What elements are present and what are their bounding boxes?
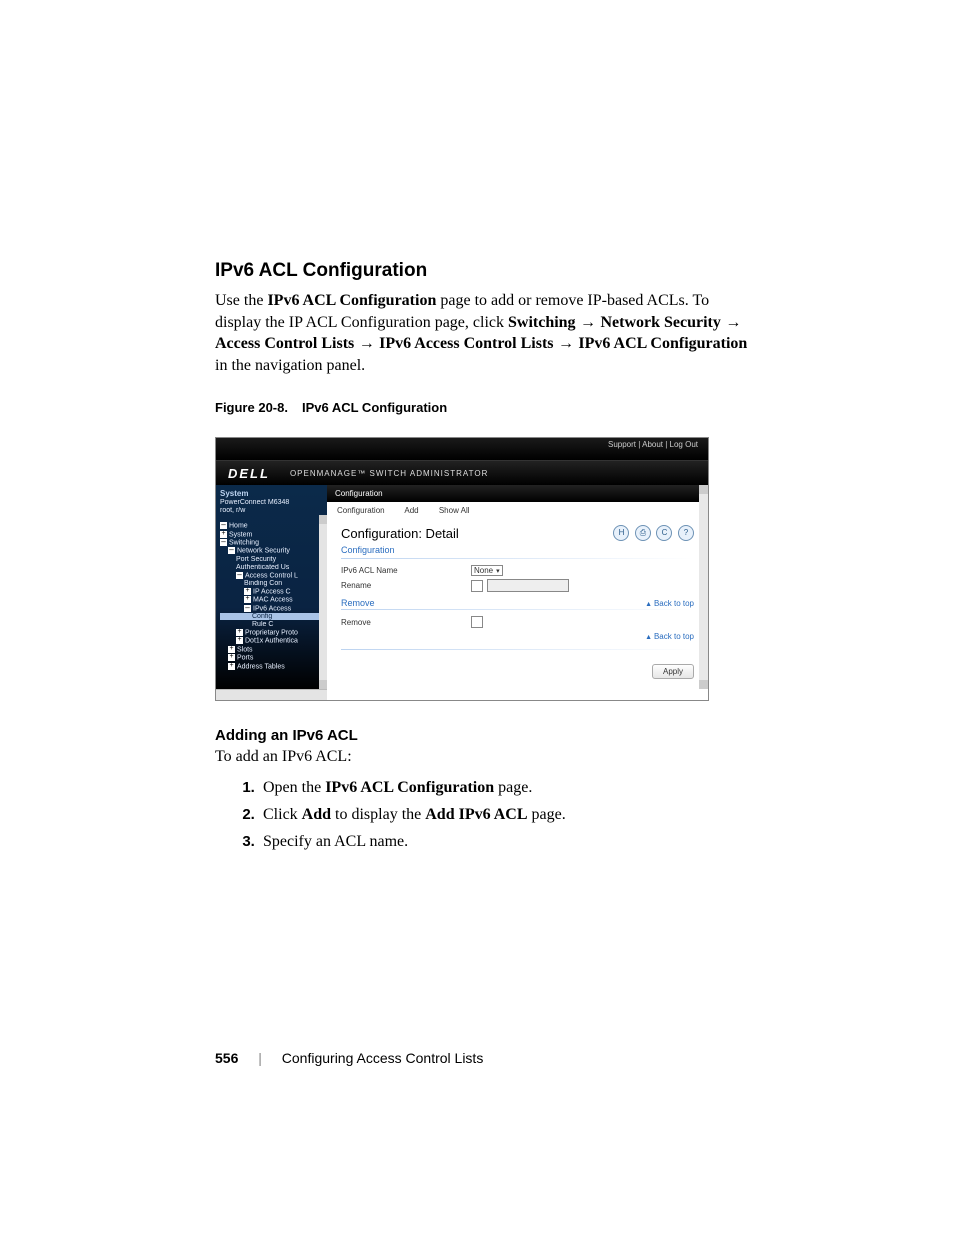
sidebar-item-proto[interactable]: +Proprietary Proto — [220, 629, 324, 636]
figure-number: Figure 20-8. — [215, 400, 288, 415]
collapse-icon[interactable]: – — [228, 547, 235, 554]
toolbar-icons: H ⎙ C ? — [610, 525, 694, 541]
sidebar-item-macacc[interactable]: +MAC Access — [220, 596, 324, 603]
dell-logo: DELL — [228, 466, 270, 481]
input-rename[interactable] — [487, 579, 569, 592]
refresh-icon[interactable]: C — [656, 525, 672, 541]
breadcrumb: Configuration — [327, 485, 708, 502]
step-1: Open the IPv6 ACL Configuration page. — [259, 776, 754, 800]
tab-show-all[interactable]: Show All — [439, 506, 470, 515]
brand-bar: DELL OPENMANAGE™ SWITCH ADMINISTRATOR — [216, 460, 708, 485]
sidebar-item-ipacc[interactable]: +IP Access C — [220, 588, 324, 595]
expand-icon[interactable]: + — [236, 629, 243, 636]
sidebar-item-portsec[interactable]: Port Security — [220, 556, 324, 563]
collapse-icon[interactable]: – — [244, 605, 251, 612]
step-2: Click Add to display the Add IPv6 ACL pa… — [259, 803, 754, 827]
text-bold: IPv6 ACL Configuration — [267, 292, 436, 309]
arrow-icon: → — [354, 335, 379, 352]
sidebar-item-rulec[interactable]: Rule C — [220, 621, 324, 628]
subsection-heading: Adding an IPv6 ACL — [215, 727, 754, 744]
apply-button[interactable]: Apply — [652, 664, 694, 679]
nav-step: IPv6 Access Control Lists — [379, 335, 553, 352]
nav-step: Switching — [508, 314, 576, 331]
step-3: Specify an ACL name. — [259, 830, 754, 854]
figure-caption: Figure 20-8. IPv6 ACL Configuration — [215, 400, 754, 415]
checkbox-rename[interactable] — [471, 580, 483, 592]
nav-step: IPv6 ACL Configuration — [578, 335, 747, 352]
checkbox-remove[interactable] — [471, 616, 483, 628]
sidebar-user: root, r/w — [220, 507, 324, 514]
sidebar-item-netsec[interactable]: –Network Security — [220, 547, 324, 554]
sidebar-item-ports[interactable]: +Ports — [220, 654, 324, 661]
nav-step: Network Security — [600, 314, 720, 331]
tab-add[interactable]: Add — [404, 506, 418, 515]
steps-list: Open the IPv6 ACL Configuration page. Cl… — [215, 776, 754, 854]
top-links[interactable]: Support | About | Log Out — [216, 438, 708, 460]
arrow-icon: → — [721, 314, 741, 331]
sidebar-item-addr[interactable]: +Address Tables — [220, 663, 324, 670]
nav-sidebar[interactable]: System PowerConnect M6348 root, r/w –Hom… — [216, 485, 327, 689]
sidebar-system-label: System — [220, 489, 324, 498]
collapse-icon[interactable]: – — [220, 539, 227, 546]
text: Use the — [215, 292, 267, 309]
page-number: 556 — [215, 1050, 238, 1066]
expand-icon[interactable]: + — [228, 663, 235, 670]
sidebar-hscrollbar[interactable] — [216, 689, 327, 700]
main-panel: Configuration Configuration Add Show All… — [327, 485, 708, 689]
section-paragraph: Use the IPv6 ACL Configuration page to a… — [215, 290, 754, 376]
sidebar-item-binding[interactable]: Binding Con — [220, 580, 324, 587]
sidebar-item-config[interactable]: Config — [220, 613, 324, 620]
back-to-top-link[interactable]: Back to top — [645, 599, 694, 608]
panel-title: Configuration: Detail — [341, 526, 459, 541]
main-scrollbar[interactable] — [699, 485, 708, 689]
expand-icon[interactable]: + — [220, 531, 227, 538]
back-to-top-link[interactable]: Back to top — [645, 632, 694, 641]
page-footer: 556 | Configuring Access Control Lists — [215, 1050, 754, 1066]
text: in the navigation panel. — [215, 357, 365, 374]
figure-screenshot: Support | About | Log Out DELL OPENMANAG… — [215, 437, 709, 701]
expand-icon[interactable]: + — [244, 588, 251, 595]
expand-icon[interactable]: + — [228, 646, 235, 653]
sidebar-item-switching[interactable]: –Switching — [220, 539, 324, 546]
footer-separator: | — [258, 1050, 262, 1066]
expand-icon[interactable]: + — [236, 637, 243, 644]
sidebar-item-slots[interactable]: +Slots — [220, 646, 324, 653]
expand-icon[interactable]: + — [244, 596, 251, 603]
help-icon[interactable]: ? — [678, 525, 694, 541]
collapse-icon[interactable]: – — [220, 522, 227, 529]
tab-bar: Configuration Add Show All — [327, 502, 708, 519]
expand-icon[interactable]: + — [228, 654, 235, 661]
section-label-configuration: Configuration — [341, 545, 694, 556]
print-icon[interactable]: ⎙ — [635, 525, 651, 541]
arrow-icon: → — [576, 314, 601, 331]
select-ipv6-acl-name[interactable]: None — [471, 565, 503, 576]
collapse-icon[interactable]: – — [236, 572, 243, 579]
section-label-remove: Remove — [341, 598, 375, 609]
sidebar-item-acl[interactable]: –Access Control L — [220, 572, 324, 579]
sidebar-item-home[interactable]: –Home — [220, 522, 324, 529]
sidebar-scrollbar[interactable] — [319, 515, 327, 689]
sidebar-item-authusers[interactable]: Authenticated Us — [220, 564, 324, 571]
label-rename: Rename — [341, 581, 471, 590]
tab-configuration[interactable]: Configuration — [337, 506, 385, 515]
app-title: OPENMANAGE™ SWITCH ADMINISTRATOR — [290, 469, 488, 478]
label-remove: Remove — [341, 618, 471, 627]
label-ipv6-acl-name: IPv6 ACL Name — [341, 566, 471, 575]
sidebar-model: PowerConnect M6348 — [220, 499, 324, 506]
sidebar-item-dot1x[interactable]: +Dot1x Authentica — [220, 637, 324, 644]
arrow-icon: → — [554, 335, 579, 352]
subsection-lead: To add an IPv6 ACL: — [215, 748, 754, 766]
save-icon[interactable]: H — [613, 525, 629, 541]
sidebar-item-ipv6acc[interactable]: –IPv6 Access — [220, 605, 324, 612]
chapter-title: Configuring Access Control Lists — [282, 1050, 484, 1066]
section-heading: IPv6 ACL Configuration — [215, 260, 754, 282]
nav-step: Access Control Lists — [215, 335, 354, 352]
figure-title: IPv6 ACL Configuration — [302, 400, 447, 415]
sidebar-item-system[interactable]: +System — [220, 531, 324, 538]
